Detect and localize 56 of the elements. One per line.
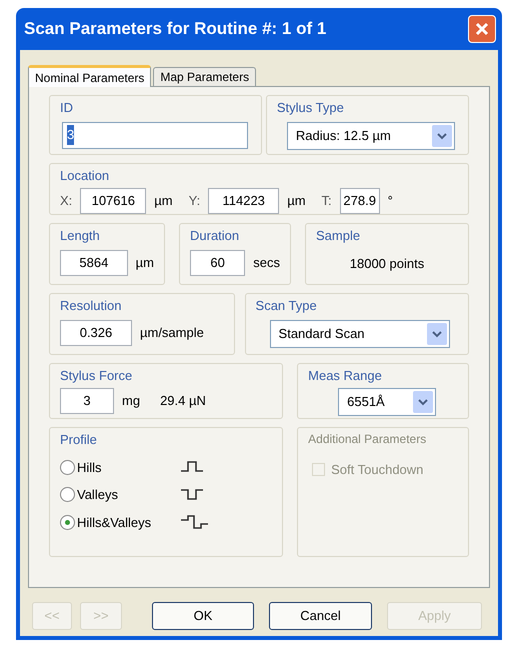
input-value: 3 [67, 125, 74, 145]
dropdown-value: Standard Scan [278, 324, 365, 343]
input-field[interactable]: 60 [190, 250, 246, 276]
unit-label: µm/sample [140, 324, 204, 342]
group-label: Meas Range [308, 367, 383, 385]
unit-label: secs [253, 254, 280, 272]
chevron-down-icon [436, 132, 447, 140]
dropdown-value: Radius: 12.5 µm [296, 126, 391, 145]
group-label: Stylus Type [276, 99, 345, 117]
input-field[interactable]: 278.9 [340, 188, 380, 214]
group-label: Profile [60, 431, 98, 449]
radio-button[interactable]: Hills&Valleys [60, 512, 180, 532]
group-label: Scan Type [256, 297, 318, 315]
close-icon [475, 22, 489, 36]
input-field[interactable]: 0.326 [60, 320, 132, 346]
radio-button[interactable]: Hills [60, 458, 180, 477]
unit-label: Y: [188, 192, 200, 210]
unit-label: µm [136, 254, 154, 272]
chevron-down-icon [432, 330, 442, 338]
force-reading: 29.4 µN [160, 392, 206, 410]
dropdown-value: 6551Å [347, 392, 385, 411]
input-field[interactable]: 107616 [80, 188, 146, 214]
unit-label: T: [322, 192, 332, 210]
input-field[interactable]: 3 [62, 122, 248, 148]
input-field[interactable]: 114223 [208, 188, 280, 214]
dropdown[interactable]: Standard Scan [270, 320, 450, 348]
input-field[interactable]: 5864 [60, 250, 128, 276]
unit-label: µm [287, 192, 306, 210]
dropdown[interactable]: 6551Å [338, 388, 436, 416]
group-label: Location [60, 167, 110, 185]
window-title: Scan Parameters for Routine #: 1 of 1 [24, 18, 326, 40]
dropdown[interactable]: Radius: 12.5 µm [286, 122, 455, 150]
chevron-down-icon [418, 398, 428, 406]
group-label: Length [60, 227, 101, 245]
tab[interactable]: Map Parameters [153, 67, 256, 86]
dialog-button[interactable]: Cancel [269, 602, 372, 630]
group-label: Resolution [60, 297, 122, 315]
dropdown-arrow-button[interactable] [413, 390, 434, 412]
sample-value: 18000 points [350, 254, 424, 273]
input-field[interactable]: 3 [60, 388, 114, 414]
unit-label: ° [388, 192, 393, 210]
group-label: Sample [316, 227, 362, 245]
dropdown-arrow-button[interactable] [432, 124, 452, 146]
unit-label: µm [154, 192, 173, 210]
unit-label: X: [60, 192, 72, 210]
dialog-button[interactable]: OK [152, 602, 254, 630]
close-button[interactable] [468, 15, 496, 43]
group-label: Additional Parameters [308, 431, 428, 448]
group-label: Duration [190, 227, 240, 245]
group-label: ID [60, 99, 74, 117]
unit-label: mg [122, 392, 140, 410]
group-label: Stylus Force [60, 367, 134, 385]
dropdown-arrow-button[interactable] [426, 322, 447, 344]
tab[interactable]: Nominal Parameters [28, 65, 152, 87]
radio-button[interactable]: Valleys [60, 485, 180, 504]
waveform-icon [180, 514, 210, 530]
